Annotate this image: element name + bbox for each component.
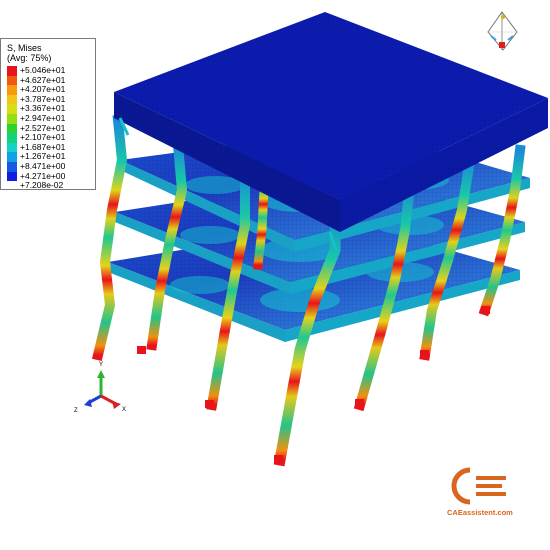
legend-swatch xyxy=(7,133,17,143)
legend-rows: +5.046e+01 +4.627e+01 +4.207e+01 +3.787e+01… xyxy=(7,65,95,191)
legend-swatch xyxy=(7,85,17,95)
legend-row: +7.208e-02 xyxy=(7,181,95,191)
legend-title: S, Mises xyxy=(7,43,42,53)
coordinate-triad: Y Z X xyxy=(74,362,126,414)
legend-value: +7.208e-02 xyxy=(20,180,64,191)
triad-z-label: Z xyxy=(74,408,78,414)
legend-subtitle: (Avg: 75%) xyxy=(7,53,52,63)
brand-text: CAEassistent.com xyxy=(447,508,513,517)
legend-swatch xyxy=(7,113,17,124)
legend-swatch xyxy=(7,123,17,134)
legend-swatch xyxy=(7,75,17,86)
legend-swatch xyxy=(7,66,17,76)
legend-swatch xyxy=(7,104,17,114)
stress-legend: S, Mises (Avg: 75%) +5.046e+01 +4.627e+01… xyxy=(0,38,96,190)
brand-logo xyxy=(451,467,506,505)
triad-y-label: Y xyxy=(99,362,103,368)
legend-swatch xyxy=(7,152,17,162)
legend-swatch xyxy=(7,94,17,105)
legend-swatch xyxy=(7,181,17,191)
legend-swatch xyxy=(7,161,17,172)
triad-x-label: X xyxy=(122,407,126,413)
legend-swatch xyxy=(7,142,17,153)
legend-swatch xyxy=(7,171,17,182)
view-orientation-icon[interactable] xyxy=(487,11,518,51)
